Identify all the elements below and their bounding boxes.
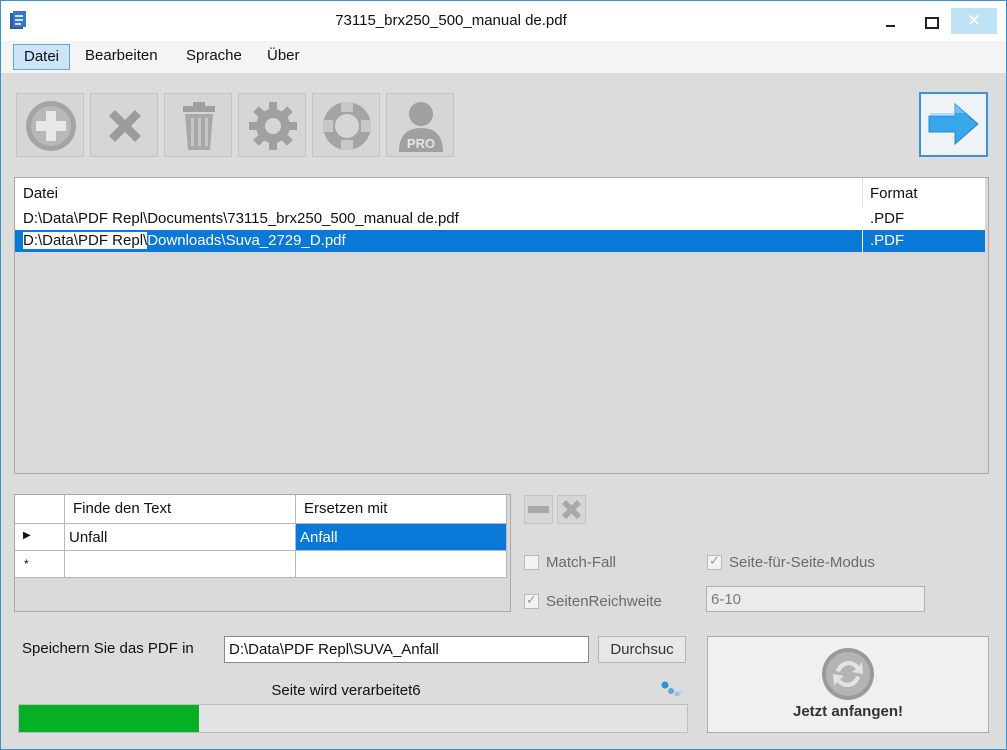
arrow-right-icon (928, 102, 979, 146)
replace-value: Anfall (300, 529, 338, 546)
file-path: D:\Data\PDF Repl\Documents\73115_brx250_… (23, 210, 459, 227)
new-row-marker: * (24, 557, 29, 571)
file-format: .PDF (870, 232, 905, 249)
row-header-new[interactable]: * (15, 551, 65, 578)
start-button[interactable]: Jetzt anfangen! (707, 636, 989, 733)
minimize-button[interactable] (873, 8, 907, 34)
column-find-label: Finde den Text (73, 500, 172, 517)
start-label: Jetzt anfangen! (792, 703, 903, 720)
delete-row-button[interactable] (557, 495, 586, 524)
page-by-page-label: Seite-für-Seite-Modus (729, 554, 875, 571)
remove-file-button[interactable] (90, 93, 158, 157)
minus-icon (528, 506, 549, 513)
match-case-label: Match-Fall (546, 554, 617, 571)
close-icon: ✕ (966, 11, 982, 30)
menu-bar: Datei Bearbeiten Sprache Über (1, 41, 1006, 73)
settings-button[interactable] (238, 93, 306, 157)
replace-grid[interactable]: Finde den Text Ersetzen mit ▶ Unfall Anf… (14, 494, 511, 612)
match-case-checkbox[interactable] (524, 555, 539, 570)
gear-icon (249, 102, 297, 150)
column-format[interactable]: Format (870, 185, 918, 202)
remove-row-button[interactable] (524, 495, 553, 524)
browse-button[interactable]: Durchsuc (598, 636, 686, 663)
file-row-selected[interactable]: D:\Data\PDF Repl\Downloads\Suva_2729_D.p… (15, 230, 985, 252)
page-range-label: SeitenReichweite (546, 593, 662, 610)
file-path: D:\Data\PDF Repl\Downloads\Suva_2729_D.p… (23, 232, 346, 249)
close-button[interactable]: ✕ (951, 8, 997, 34)
row-header[interactable]: ▶ (15, 524, 65, 551)
lifebuoy-icon (323, 102, 371, 150)
window-title: 73115_brx250_500_manual de.pdf (335, 12, 567, 29)
file-path-rest: Downloads\Suva_2729_D.pdf (147, 232, 346, 249)
menu-ueber[interactable]: Über (257, 44, 310, 70)
menu-datei[interactable]: Datei (13, 44, 71, 70)
status-text: Seite wird verarbeitet6 (271, 682, 421, 699)
find-value: Unfall (69, 529, 108, 546)
file-row[interactable]: D:\Data\PDF Repl\Documents\73115_brx250_… (15, 208, 985, 230)
progress-fill (19, 705, 200, 732)
add-file-button[interactable] (16, 93, 84, 157)
file-list-header: Datei Format (15, 178, 985, 208)
page-by-page-checkbox[interactable] (707, 553, 722, 570)
find-cell[interactable]: Unfall (65, 524, 296, 551)
column-separator (862, 178, 863, 208)
save-path-label: Speichern Sie das PDF in (22, 640, 194, 657)
replace-cell[interactable]: Anfall (296, 524, 507, 551)
maximize-button[interactable] (914, 8, 948, 34)
remove-icon (109, 110, 141, 142)
refresh-icon (822, 648, 874, 700)
current-row-marker: ▶ (23, 530, 31, 541)
find-cell-new[interactable] (65, 551, 296, 578)
help-button[interactable] (312, 93, 380, 157)
file-list[interactable]: Datei Format D:\Data\PDF Repl\Documents\… (14, 177, 989, 474)
column-replace-label: Ersetzen mit (304, 500, 388, 517)
x-icon (562, 500, 581, 519)
pro-account-button[interactable]: PRO (386, 93, 454, 157)
save-path-input[interactable]: D:\Data\PDF Repl\SUVA_Anfall (224, 636, 589, 663)
progress-bar (18, 704, 688, 733)
pro-badge: PRO (407, 136, 435, 151)
menu-bearbeiten[interactable]: Bearbeiten (75, 44, 168, 70)
title-bar[interactable]: 73115_brx250_500_manual de.pdf ✕ (1, 1, 1006, 41)
add-icon (26, 101, 76, 151)
column-separator (862, 230, 863, 252)
trash-icon (183, 102, 215, 150)
clear-list-button[interactable] (164, 93, 232, 157)
convert-go-button[interactable] (919, 92, 988, 157)
app-window: 73115_brx250_500_manual de.pdf ✕ Datei B… (0, 0, 1007, 750)
file-format: .PDF (870, 210, 905, 227)
replace-cell-new[interactable] (296, 551, 507, 578)
user-pro-icon: PRO (399, 102, 443, 152)
file-path-prefix: D:\Data\PDF Repl\ (23, 232, 148, 249)
page-range-input[interactable]: 6-10 (706, 586, 925, 612)
menu-sprache[interactable]: Sprache (176, 44, 252, 70)
column-datei[interactable]: Datei (23, 185, 58, 202)
processing-icon (661, 681, 683, 697)
column-replace-with[interactable]: Ersetzen mit (296, 495, 507, 524)
column-find-text[interactable]: Finde den Text (65, 495, 296, 524)
page-range-checkbox[interactable] (524, 592, 539, 609)
grid-corner (15, 495, 65, 524)
